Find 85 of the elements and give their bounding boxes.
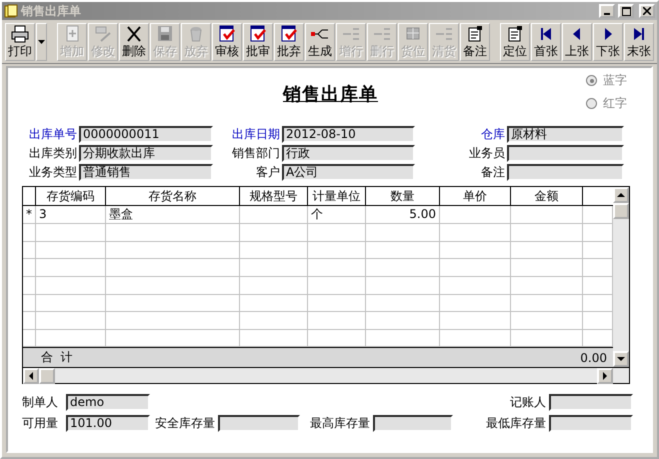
field-label: 业务员 <box>468 145 505 162</box>
close-button[interactable] <box>639 4 655 18</box>
checked-window-icon <box>279 25 299 43</box>
minimize-button[interactable] <box>599 4 615 18</box>
input-field[interactable]: 0000000011 <box>79 126 213 143</box>
window-title: 销售出库单 <box>21 2 82 20</box>
printer-icon <box>10 25 30 43</box>
input-field[interactable]: demo <box>66 394 150 411</box>
field-label: 可用量 <box>22 415 59 432</box>
field-label: 出库类别 <box>28 145 77 162</box>
input-field[interactable]: 101.00 <box>66 415 150 432</box>
column-header[interactable]: 规格型号 <box>240 187 308 206</box>
left-triangle-icon <box>27 372 35 380</box>
maximize-button[interactable] <box>618 4 634 18</box>
input-field[interactable] <box>549 394 633 411</box>
field-label: 最高库存量 <box>309 415 370 432</box>
form-title: 销售出库单 <box>283 83 378 107</box>
toolbar-button[interactable]: 批审 <box>243 23 273 61</box>
field-label: 制单人 <box>22 394 59 411</box>
table-cell: 3 <box>36 206 106 223</box>
field-label: 销售部门 <box>231 145 280 162</box>
column-header[interactable]: 存货名称 <box>106 187 240 206</box>
vertical-scrollbar[interactable] <box>613 187 629 367</box>
pencil-icon <box>93 25 113 43</box>
field-label: 出库单号 <box>28 126 77 143</box>
toolbar-button[interactable]: 上张 <box>562 23 592 61</box>
radio-option[interactable]: 蓝字 <box>586 72 627 89</box>
input-field[interactable] <box>373 415 453 432</box>
scroll-thumb[interactable] <box>613 203 629 219</box>
column-header[interactable]: 单价 <box>440 187 511 206</box>
toolbar-button[interactable]: 删除 <box>119 23 149 61</box>
input-field[interactable]: 原材料 <box>507 126 624 143</box>
maximize-icon <box>622 6 630 16</box>
table-cell: 个 <box>308 206 366 223</box>
scroll-down-button[interactable] <box>613 351 629 367</box>
total-amount: 0.00 <box>580 350 607 365</box>
input-field[interactable]: 普通销售 <box>79 164 213 181</box>
checked-window-icon <box>248 25 268 43</box>
scroll-right-button[interactable] <box>597 368 613 384</box>
input-field[interactable]: 分期收款出库 <box>79 145 213 162</box>
column-header[interactable]: 存货编码 <box>36 187 106 206</box>
checked-window-icon <box>217 25 237 43</box>
toolbar-button[interactable]: 备注 <box>460 23 490 61</box>
toolbar-button[interactable]: 定位 <box>500 23 530 61</box>
right-triangle-icon <box>601 372 609 380</box>
toolbar-button[interactable]: 审核 <box>212 23 242 61</box>
input-field[interactable] <box>507 164 624 181</box>
input-field[interactable]: 2012-08-10 <box>282 126 415 143</box>
field-label: 客户 <box>255 164 280 181</box>
column-header[interactable]: 数量 <box>366 187 440 206</box>
floppy-icon <box>155 25 175 43</box>
table-cell: 5.00 <box>366 206 440 223</box>
field-label: 出库日期 <box>231 126 280 143</box>
down-triangle-icon <box>617 355 625 363</box>
caret-icon <box>38 38 46 46</box>
total-label: 合 计 <box>41 349 74 366</box>
table-cell: 墨盒 <box>106 206 240 223</box>
close-icon <box>643 7 651 15</box>
toolbar-button[interactable]: 生成 <box>305 23 335 61</box>
input-field[interactable] <box>218 415 300 432</box>
horizontal-scrollbar[interactable] <box>23 367 629 383</box>
column-header[interactable]: 计量单位 <box>308 187 366 206</box>
column-header[interactable]: 金额 <box>511 187 583 206</box>
toolbar-button[interactable]: 末张 <box>624 23 654 61</box>
toolbar-button[interactable]: 批弃 <box>274 23 304 61</box>
folder-icon <box>4 4 18 18</box>
radio-option[interactable]: 红字 <box>586 95 627 112</box>
field-label: 最低库存量 <box>485 415 546 432</box>
dropdown-button[interactable] <box>36 23 47 61</box>
input-field[interactable]: A公司 <box>282 164 415 181</box>
field-label: 安全库存量 <box>154 415 215 432</box>
scroll-up-button[interactable] <box>613 187 629 203</box>
input-field[interactable]: 行政 <box>282 145 415 162</box>
scroll-thumb[interactable] <box>39 368 55 384</box>
toolbar-button[interactable]: 打印 <box>5 23 35 61</box>
field-label: 记账人 <box>509 394 546 411</box>
field-label: 业务类型 <box>28 164 77 181</box>
toolbar-button[interactable]: 下张 <box>593 23 623 61</box>
up-triangle-icon <box>617 191 625 199</box>
toolbar-button[interactable]: 首张 <box>531 23 561 61</box>
input-field[interactable] <box>549 415 633 432</box>
input-field[interactable] <box>507 145 624 162</box>
field-label: 备注 <box>480 164 505 181</box>
scroll-left-button[interactable] <box>23 368 39 384</box>
field-label: 仓库 <box>480 126 505 143</box>
